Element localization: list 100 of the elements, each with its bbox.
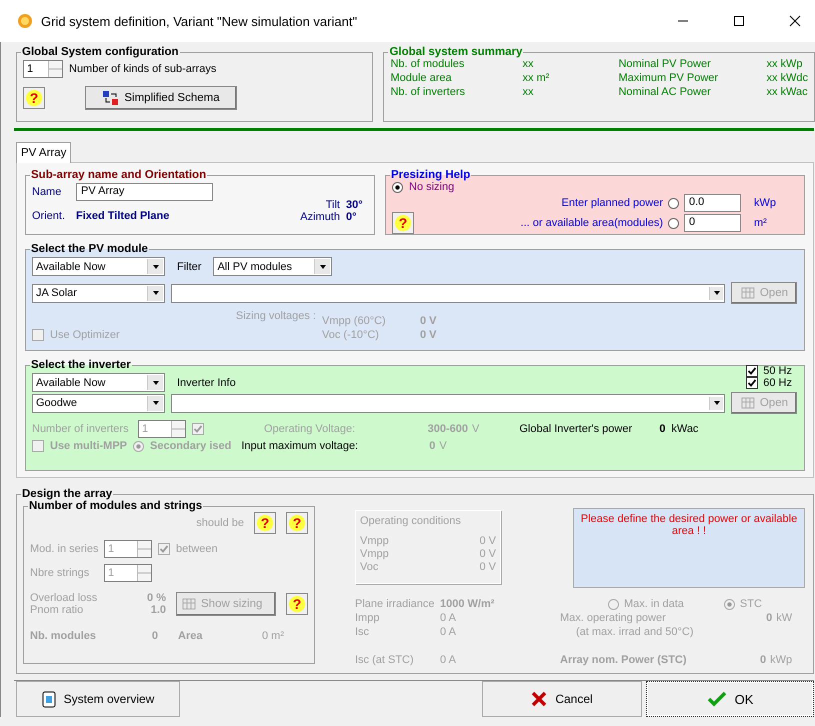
manufacturer-dropdown[interactable]: Goodwe (32, 394, 165, 412)
help-button[interactable]: ? (286, 512, 308, 534)
radio-button[interactable] (724, 598, 735, 610)
overview-button[interactable]: System overview (16, 681, 180, 717)
field-label: Number of inverters (32, 423, 130, 435)
checkbox[interactable] (32, 329, 44, 341)
group-title: Global system summary (388, 46, 524, 58)
schema-button[interactable]: Simplified Schema (85, 86, 237, 110)
tilt-value: 30° (346, 199, 364, 211)
field-label: Max. operating power (560, 612, 667, 624)
input-field[interactable]: 0 (684, 214, 741, 232)
model-dropdown[interactable] (171, 394, 725, 412)
checkmark-icon (706, 691, 727, 707)
summary-value: xx m² (522, 72, 550, 84)
voltage-value: 0 V (479, 561, 496, 575)
radio-label: No sizing (409, 181, 454, 193)
help-button[interactable]: ? (254, 512, 276, 534)
note-text: (at max. irrad and 50°C) (575, 626, 694, 638)
manufacturer-dropdown[interactable]: JA Solar (32, 284, 165, 302)
checkbox[interactable] (746, 364, 758, 376)
field-label: Array nom. Power (STC) (560, 654, 688, 666)
cancel-button[interactable]: Cancel (482, 681, 642, 717)
voltage-value: 0 V (479, 548, 496, 562)
radio-button[interactable] (608, 598, 619, 610)
grid-icon (740, 286, 756, 300)
voltage-label: Vmpp (360, 535, 390, 548)
field-label: Isc (355, 626, 370, 638)
field-label: Name (32, 186, 62, 198)
field-label: Number of kinds of sub-arrays (69, 63, 216, 75)
summary-value: xx kWp (766, 58, 804, 70)
field-label: Impp (355, 612, 380, 624)
radio-button[interactable] (668, 218, 679, 228)
help-button[interactable]: ? (286, 593, 308, 615)
ok-button[interactable]: OK (646, 681, 814, 717)
group-title: Number of modules and strings (28, 500, 204, 512)
summary-value: xx kWdc (766, 72, 808, 84)
area-value: 0 m² (261, 630, 284, 642)
availability-dropdown[interactable]: Available Now (32, 373, 165, 392)
radio-label: Secondary ised (150, 440, 232, 452)
help-button[interactable]: ? (392, 212, 414, 234)
summary-label: Module area (390, 72, 453, 84)
field-label: should be (196, 517, 244, 529)
unit-label: kWac (671, 423, 698, 435)
radio-label: STC (740, 598, 762, 610)
voltage-value: 0 V (479, 535, 496, 548)
name-field[interactable]: PV Array (76, 183, 213, 201)
field-label: Nb. modules (30, 630, 98, 642)
checkbox[interactable] (192, 423, 204, 435)
notebook-icon (42, 690, 56, 708)
checkbox[interactable] (32, 440, 44, 452)
sun-logo-icon (17, 13, 33, 29)
availability-dropdown[interactable]: Available Now (32, 257, 165, 276)
field-label: Area (178, 630, 204, 642)
group-title: Select the PV module (30, 243, 149, 255)
field-label: Operating Voltage: (264, 423, 356, 435)
voltage-label: Voc (360, 561, 380, 575)
summary-label: Maximum PV Power (618, 72, 720, 84)
filter-dropdown[interactable]: All PV modules (213, 257, 332, 276)
field-label: Orient. (32, 210, 66, 222)
number-spinner[interactable]: 1 (23, 60, 63, 78)
field-label: Isc (at STC) (355, 654, 415, 666)
schema-icon (102, 90, 120, 106)
checkbox[interactable] (158, 543, 170, 555)
group-title: Presizing Help (390, 169, 472, 181)
unit-label: kW (776, 612, 792, 624)
current-value: 0 A (440, 612, 457, 624)
voltage-label: Vmpp (60°C) (322, 315, 387, 327)
tab[interactable]: PV Array (16, 142, 72, 163)
field-label: Plane irradiance (355, 598, 436, 610)
azimuth-value: 0° (346, 211, 358, 223)
radio-button[interactable] (668, 198, 679, 208)
window-title: Grid system definition, Variant "New simulation variant" (41, 14, 358, 28)
summary-label: Nb. of modules (390, 58, 466, 70)
summary-value: xx kWac (766, 86, 808, 98)
panel-title: Operating conditions (360, 515, 461, 527)
voltage-value: 0 V (420, 329, 437, 341)
unit-label: V (472, 423, 480, 435)
warning-message: Please define the desired power or available area ! ! (580, 513, 798, 537)
radio-button[interactable] (133, 440, 144, 452)
close-icon[interactable] (789, 15, 801, 27)
checkbox-label: Use multi-MPP (50, 440, 128, 452)
group-title: Global System configuration (21, 46, 180, 58)
summary-value: xx (522, 58, 534, 70)
field-label: Sizing voltages : (234, 310, 316, 322)
maximize-icon[interactable] (733, 15, 745, 27)
summary-label: Nb. of inverters (390, 86, 466, 98)
voltage-value: 0 (428, 440, 436, 452)
field-label: Pnom ratio (30, 604, 84, 616)
power-value: 0 (766, 612, 772, 624)
field-label: Nbre strings (30, 567, 90, 579)
input-field[interactable]: 0.0 (684, 194, 741, 212)
field-label: Tilt (324, 199, 340, 211)
group-title: Sub-array name and Orientation (30, 169, 208, 181)
model-dropdown[interactable] (171, 284, 725, 302)
radio-label: Enter planned power (561, 197, 663, 209)
checkbox[interactable] (746, 376, 758, 388)
radio-button[interactable] (392, 182, 403, 192)
current-value: 0 A (440, 654, 457, 666)
help-button[interactable]: ? (23, 87, 45, 109)
voltage-label: Voc (-10°C) (322, 329, 380, 341)
